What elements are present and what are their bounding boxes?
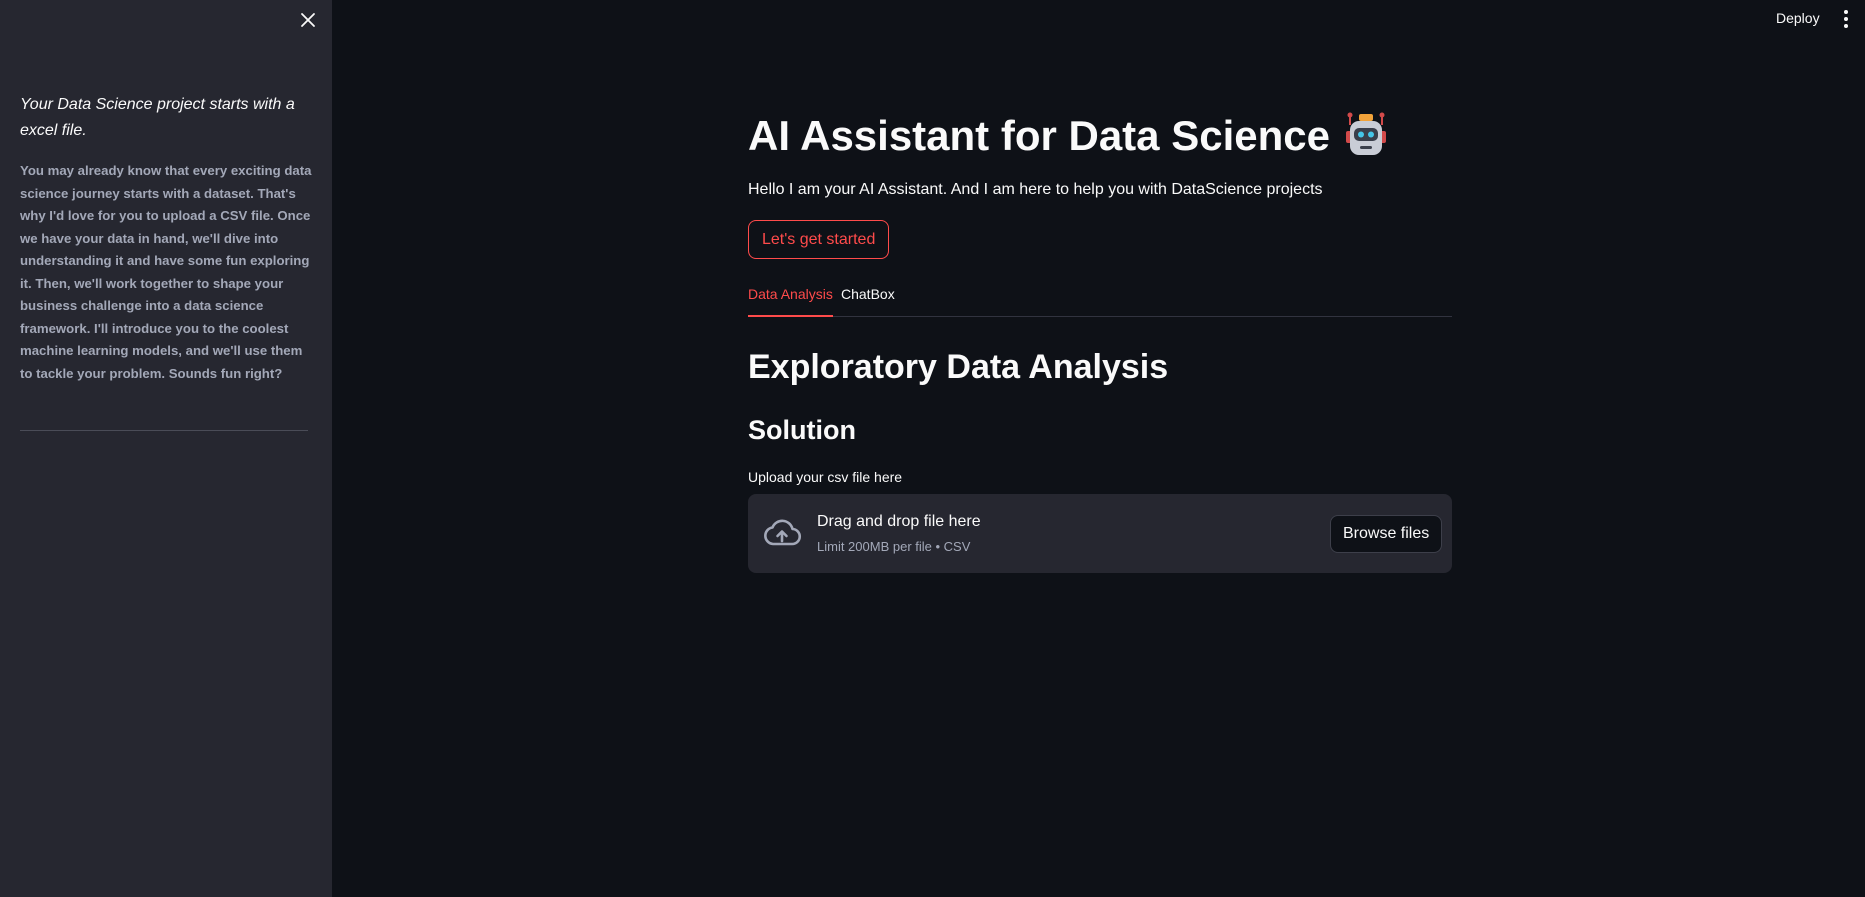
sidebar-description: You may already know that every exciting… bbox=[20, 163, 312, 381]
upload-label: Upload your csv file here bbox=[748, 469, 903, 485]
get-started-button[interactable]: Let's get started bbox=[748, 220, 890, 259]
sidebar-title: Your Data Science project starts with a … bbox=[20, 96, 295, 139]
robot-icon bbox=[1342, 111, 1390, 159]
tab-data-analysis[interactable]: Data Analysis bbox=[748, 286, 833, 317]
file-dropzone[interactable]: Drag and drop file here Limit 200MB per … bbox=[748, 494, 1452, 573]
more-vertical-icon[interactable] bbox=[1835, 8, 1857, 30]
browse-files-button[interactable]: Browse files bbox=[1330, 515, 1443, 553]
dropzone-limit-text: Limit 200MB per file • CSV bbox=[817, 539, 971, 554]
page-title-text: AI Assistant for Data Science bbox=[748, 112, 1330, 159]
deploy-button[interactable]: Deploy bbox=[1768, 6, 1828, 30]
sidebar: Your Data Science project starts with a … bbox=[0, 0, 332, 897]
page-title: AI Assistant for Data Science bbox=[748, 110, 1390, 163]
sidebar-divider bbox=[20, 430, 308, 431]
tab-chatbox[interactable]: ChatBox bbox=[841, 286, 895, 317]
cloud-upload-icon bbox=[762, 516, 802, 550]
intro-text: Hello I am your AI Assistant. And I am h… bbox=[748, 181, 1323, 198]
subsection-title: Solution bbox=[748, 415, 856, 445]
section-title: Exploratory Data Analysis bbox=[748, 348, 1169, 386]
tab-bar: Data Analysis ChatBox bbox=[748, 284, 1452, 317]
close-icon[interactable] bbox=[298, 10, 318, 30]
dropzone-title: Drag and drop file here bbox=[817, 513, 981, 530]
